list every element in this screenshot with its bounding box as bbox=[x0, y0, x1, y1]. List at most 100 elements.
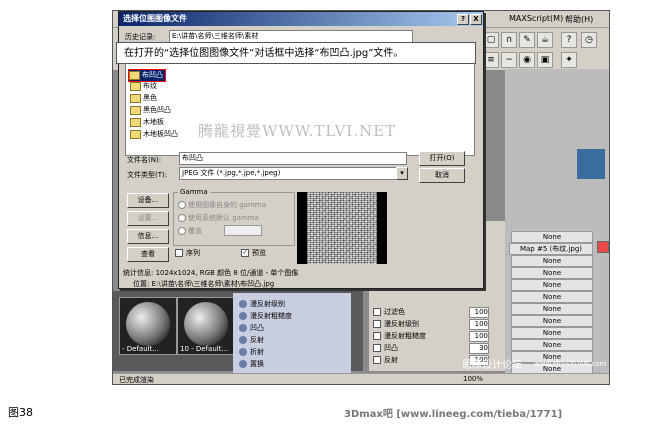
help-button[interactable]: ? bbox=[457, 14, 469, 25]
map-row[interactable]: 反射 bbox=[239, 335, 343, 346]
file-item[interactable]: 木地板凹凸 bbox=[130, 129, 178, 140]
instruction-callout: 在打开的“选择位图图像文件”对话框中选择“布凹凸.jpg”文件。 bbox=[116, 42, 476, 64]
material-sphere bbox=[184, 302, 228, 346]
map-slot-none[interactable]: None bbox=[511, 291, 593, 303]
menu-help[interactable]: 帮助(H) bbox=[565, 14, 593, 25]
radio-icon bbox=[178, 214, 186, 222]
dialog-title: 选择位图图像文件 bbox=[123, 14, 187, 23]
status-bar: 已完成渲染 100% bbox=[113, 373, 609, 384]
checkbox[interactable] bbox=[373, 344, 381, 352]
chevron-down-icon[interactable]: ▾ bbox=[396, 167, 408, 180]
map-bullet-icon bbox=[239, 312, 247, 320]
align-icon[interactable]: ≡ bbox=[483, 52, 499, 68]
map-slot-none[interactable]: None bbox=[511, 255, 593, 267]
checkbox[interactable] bbox=[373, 332, 381, 340]
open-button[interactable]: 打开(O) bbox=[419, 151, 465, 166]
filetype-label: 文件类型(T): bbox=[127, 171, 168, 179]
checkbox[interactable] bbox=[373, 356, 381, 364]
close-button[interactable]: X bbox=[470, 14, 482, 25]
image-file-icon bbox=[130, 93, 141, 103]
clock-icon[interactable]: ◷ bbox=[581, 32, 597, 48]
sequence-checkbox[interactable]: 序列 bbox=[175, 248, 200, 258]
sample-slot[interactable]: - Default... bbox=[119, 297, 177, 355]
image-file-icon bbox=[130, 81, 141, 91]
help-circle-icon[interactable]: ? bbox=[561, 32, 577, 48]
map-slot-none[interactable]: None bbox=[511, 267, 593, 279]
preview-checkbox[interactable]: ✓ 预览 bbox=[241, 248, 266, 258]
param-row[interactable]: 过滤色 100 bbox=[373, 307, 503, 318]
map-slot-none[interactable]: None bbox=[511, 231, 593, 243]
image-stats: 统计信息: 1024x1024, RGB 颜色 8 位/通道 - 单个图像 bbox=[123, 269, 299, 277]
image-file-icon bbox=[130, 105, 141, 115]
render-teapot-icon[interactable]: ☕ bbox=[537, 32, 553, 48]
select-tool-icon[interactable]: ▢ bbox=[483, 32, 499, 48]
map-row[interactable]: 折射 bbox=[239, 347, 343, 358]
map-bullet-icon bbox=[239, 324, 247, 332]
settings-button[interactable]: 设置... bbox=[127, 211, 169, 226]
gamma-override-spinner[interactable] bbox=[224, 225, 262, 236]
maps-list: 漫反射级别 漫反射粗糙度 凹凸 反射 折射 置换 bbox=[233, 293, 351, 373]
watermark-url: www.MISSYUAN.com bbox=[534, 360, 607, 368]
info-button[interactable]: 信息... bbox=[127, 229, 169, 244]
map-bullet-icon bbox=[239, 348, 247, 356]
map-slot-none[interactable]: None bbox=[511, 339, 593, 351]
map-slot-none[interactable]: None bbox=[511, 315, 593, 327]
menu-maxscript[interactable]: MAXScript(M) bbox=[509, 14, 563, 23]
quick-render-icon[interactable]: ✦ bbox=[561, 52, 577, 68]
filetype-select[interactable]: JPEG 文件 (*.jpg,*.jpe,*.jpeg) bbox=[179, 167, 399, 180]
setup-button[interactable]: 设备... bbox=[127, 193, 169, 208]
image-preview bbox=[297, 192, 387, 264]
map-slot-none[interactable]: None bbox=[511, 303, 593, 315]
color-swatch[interactable] bbox=[577, 149, 605, 179]
magnet-icon[interactable]: ∩ bbox=[501, 32, 517, 48]
command-panel: None Map #5 (布纹.jpg) None None None None… bbox=[505, 69, 609, 375]
curve-editor-icon[interactable]: ~ bbox=[501, 52, 517, 68]
file-item[interactable]: 木地板 bbox=[130, 117, 164, 128]
map-row[interactable]: 凹凸 bbox=[239, 323, 343, 334]
checkbox[interactable] bbox=[373, 320, 381, 328]
noise-texture-preview bbox=[307, 192, 377, 264]
radio-icon bbox=[178, 227, 186, 235]
map-row[interactable]: 漫反射粗糙度 bbox=[239, 311, 343, 322]
wrench-icon[interactable]: ✎ bbox=[519, 32, 535, 48]
material-editor-icon[interactable]: ◉ bbox=[519, 52, 535, 68]
sample-slot[interactable]: 10 - Default... bbox=[177, 297, 235, 355]
file-item[interactable]: 黑色凹凸 bbox=[130, 105, 171, 116]
map-slot-bump-texture[interactable]: Map #5 (布纹.jpg) bbox=[509, 243, 593, 255]
file-item[interactable]: 黑色 bbox=[130, 93, 157, 104]
cancel-button[interactable]: 取消 bbox=[419, 168, 465, 183]
image-file-icon bbox=[129, 70, 140, 80]
filename-input[interactable]: 布凹凸 bbox=[179, 152, 407, 165]
map-row[interactable]: 漫反射级别 bbox=[239, 299, 343, 310]
image-file-icon bbox=[130, 117, 141, 127]
color-swatch-red[interactable] bbox=[597, 241, 609, 253]
dialog-title-bar: 选择位图图像文件 ? X bbox=[119, 12, 483, 26]
image-file-icon bbox=[130, 129, 141, 139]
param-row[interactable]: 凹凸 30 bbox=[373, 343, 503, 354]
filename-label: 文件名(N): bbox=[127, 156, 162, 164]
param-row[interactable]: 漫反射级别 100 bbox=[373, 319, 503, 330]
param-row[interactable]: 漫反射粗糙度 100 bbox=[373, 331, 503, 342]
gamma-option-image[interactable]: 使用图像自身的 gamma bbox=[178, 200, 266, 210]
map-slot-none[interactable]: None bbox=[511, 279, 593, 291]
map-bullet-icon bbox=[239, 360, 247, 368]
checkmark-icon: ✓ bbox=[241, 249, 249, 257]
watermark-center: 腾龍視覺WWW.TLVI.NET bbox=[198, 122, 397, 140]
render-setup-icon[interactable]: ▣ bbox=[537, 52, 553, 68]
radio-icon bbox=[178, 201, 186, 209]
map-row[interactable]: 置换 bbox=[239, 359, 343, 370]
figure-label: 图38 bbox=[8, 406, 33, 419]
checkbox-icon bbox=[175, 249, 183, 257]
map-bullet-icon bbox=[239, 336, 247, 344]
gamma-option-system[interactable]: 使用系统默认 gamma bbox=[178, 213, 259, 223]
map-bullet-icon bbox=[239, 300, 247, 308]
map-slot-none[interactable]: None bbox=[511, 327, 593, 339]
gamma-option-override[interactable]: 覆盖 bbox=[178, 226, 202, 236]
checkbox[interactable] bbox=[373, 308, 381, 316]
history-label: 历史记录: bbox=[125, 33, 156, 41]
material-sphere bbox=[126, 302, 170, 346]
view-button[interactable]: 查看 bbox=[127, 247, 169, 262]
watermark-bottom-right: 思缘设计论坛 bbox=[462, 360, 522, 371]
file-item[interactable]: 布纹 bbox=[130, 81, 157, 92]
file-location: 位置: E:\讲苗\名师\三维名师\素材\布凹凸.jpg bbox=[133, 280, 275, 288]
